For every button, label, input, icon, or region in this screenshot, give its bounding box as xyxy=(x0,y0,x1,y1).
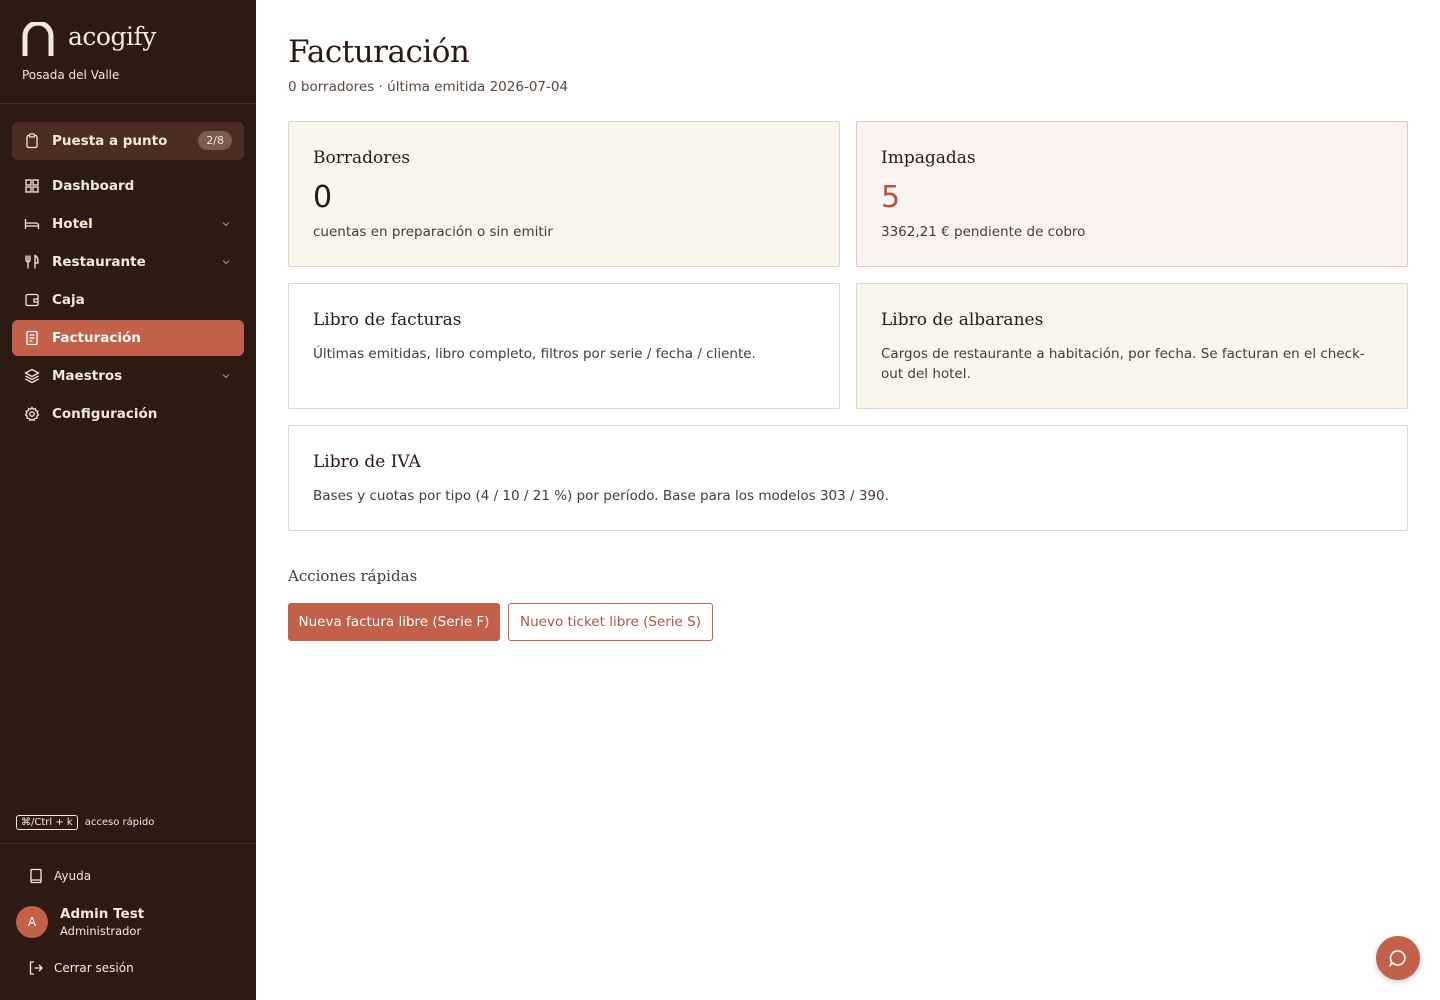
card-title: Impagadas xyxy=(881,148,976,168)
user-role: Administrador xyxy=(60,924,142,938)
new-ticket-button[interactable]: Nuevo ticket libre (Serie S) xyxy=(508,603,713,641)
delivery-notes-book-card[interactable]: Libro de albaranes Cargos de restaurante… xyxy=(856,283,1408,409)
sidebar-item-caja[interactable]: Caja xyxy=(12,282,244,318)
avatar: A xyxy=(16,906,48,938)
card-title: Libro de IVA xyxy=(313,452,421,472)
card-title: Libro de albaranes xyxy=(881,310,1044,330)
sidebar: acogify Posada del Valle Puesta a punto … xyxy=(0,0,256,1000)
unpaid-count: 5 xyxy=(881,180,901,215)
sidebar-item-hotel[interactable]: Hotel xyxy=(12,206,244,242)
logout-icon xyxy=(29,961,43,975)
user-profile[interactable]: A Admin Test Administrador xyxy=(16,906,144,938)
bed-icon xyxy=(24,216,40,232)
sidebar-item-maestros[interactable]: Maestros xyxy=(12,358,244,394)
sidebar-item-label: Dashboard xyxy=(52,178,135,194)
card-description: 3362,21 € pendiente de cobro xyxy=(881,224,1086,240)
shortcut-key: ⌘/Ctrl + k xyxy=(16,815,78,830)
card-description: cuentas en preparación o sin emitir xyxy=(313,224,553,240)
chevron-down-icon xyxy=(222,374,230,379)
book-icon xyxy=(30,868,42,884)
invoice-book-card[interactable]: Libro de facturas Últimas emitidas, libr… xyxy=(288,283,840,409)
sidebar-item-label: Puesta a punto xyxy=(52,133,168,149)
sidebar-item-configuracion[interactable]: Configuración xyxy=(12,396,244,432)
setup-progress-badge: 2/8 xyxy=(198,131,232,150)
logo-icon xyxy=(22,22,54,56)
sidebar-item-label: Caja xyxy=(52,292,85,308)
drafts-count: 0 xyxy=(313,180,333,215)
new-invoice-button[interactable]: Nueva factura libre (Serie F) xyxy=(288,603,500,641)
sidebar-item-label: Hotel xyxy=(52,216,93,232)
logout-button[interactable]: Cerrar sesión xyxy=(28,960,134,976)
chat-icon xyxy=(1389,950,1406,968)
drafts-card[interactable]: Borradores 0 cuentas en preparación o si… xyxy=(288,121,840,267)
sidebar-item-label: Restaurante xyxy=(52,254,146,270)
sidebar-footer: Ayuda A Admin Test Administrador Cerrar … xyxy=(0,843,256,1000)
sidebar-item-restaurante[interactable]: Restaurante xyxy=(12,244,244,280)
card-description: Bases y cuotas por tipo (4 / 10 / 21 %) … xyxy=(313,488,889,504)
clipboard-icon xyxy=(24,133,40,149)
card-description: Cargos de restaurante a habitación, por … xyxy=(881,346,1365,382)
quick-access-hint: ⌘/Ctrl + k acceso rápido xyxy=(16,815,154,830)
page-subtitle: 0 borradores · última emitida 2026-07-04 xyxy=(288,79,569,95)
brand: acogify Posada del Valle xyxy=(0,0,256,104)
help-label: Ayuda xyxy=(54,869,92,883)
vat-book-card[interactable]: Libro de IVA Bases y cuotas por tipo (4 … xyxy=(288,425,1408,531)
help-link[interactable]: Ayuda xyxy=(28,868,91,884)
gear-icon xyxy=(24,406,40,422)
logout-label: Cerrar sesión xyxy=(54,961,134,975)
sidebar-item-label: Maestros xyxy=(52,368,123,384)
sidebar-item-facturacion[interactable]: Facturación xyxy=(12,320,244,356)
layers-icon xyxy=(24,368,40,384)
card-description: Últimas emitidas, libro completo, filtro… xyxy=(313,346,756,362)
grid-icon xyxy=(24,178,40,194)
chevron-down-icon xyxy=(222,260,230,265)
unpaid-card[interactable]: Impagadas 5 3362,21 € pendiente de cobro xyxy=(856,121,1408,267)
page-title: Facturación xyxy=(288,34,470,70)
property-name: Posada del Valle xyxy=(22,68,120,82)
chevron-down-icon xyxy=(222,222,230,227)
main-nav: Puesta a punto 2/8 Dashboard Hotel Resta… xyxy=(12,122,244,434)
sidebar-item-dashboard[interactable]: Dashboard xyxy=(12,168,244,204)
sidebar-item-setup[interactable]: Puesta a punto 2/8 xyxy=(12,122,244,160)
chat-button[interactable] xyxy=(1376,936,1420,980)
user-name: Admin Test xyxy=(60,906,145,922)
card-title: Borradores xyxy=(313,148,411,168)
document-icon xyxy=(24,330,40,346)
sidebar-item-label: Facturación xyxy=(52,330,141,346)
card-title: Libro de facturas xyxy=(313,310,462,330)
brand-name: acogify xyxy=(68,22,156,51)
utensils-icon xyxy=(24,254,40,270)
shortcut-label: acceso rápido xyxy=(84,817,155,828)
sidebar-item-label: Configuración xyxy=(52,406,158,422)
quick-actions-title: Acciones rápidas xyxy=(288,567,418,585)
wallet-icon xyxy=(24,292,40,308)
